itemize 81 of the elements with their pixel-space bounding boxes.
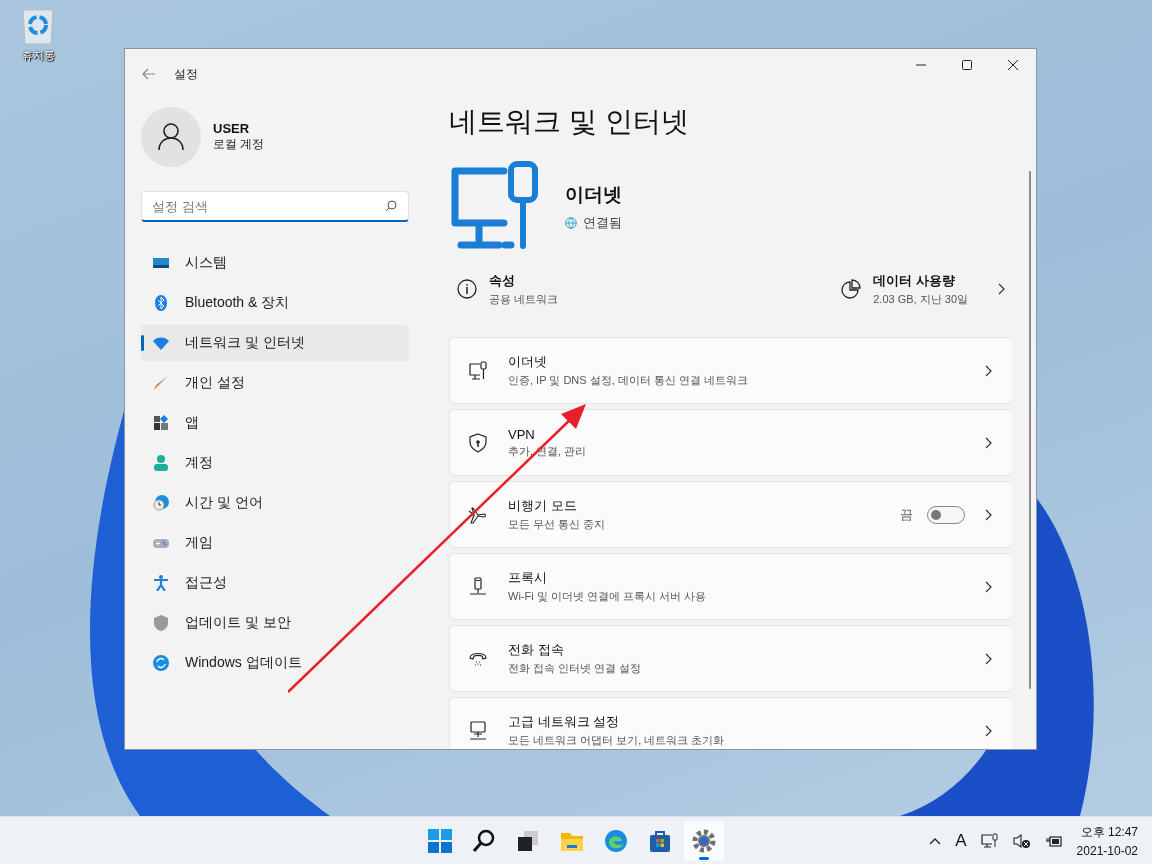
nav-item[interactable]: 네트워크 및 인터넷 xyxy=(141,325,409,361)
setting-card[interactable]: VPN 추가, 연결, 관리 xyxy=(449,409,1012,476)
volume-muted-icon[interactable] xyxy=(1012,832,1031,849)
chevron-right-icon xyxy=(998,283,1005,295)
network-icon[interactable] xyxy=(980,832,999,849)
toggle-state-label: 끔 xyxy=(900,505,913,524)
setting-title: 프록시 xyxy=(508,569,548,587)
nav-item[interactable]: Bluetooth & 장치 xyxy=(141,285,409,321)
airplane-icon xyxy=(468,504,488,525)
nav-item[interactable]: 시간 및 언어 xyxy=(141,485,409,521)
globe-icon xyxy=(565,217,577,229)
setting-description: 추가, 연결, 관리 xyxy=(508,443,588,459)
chevron-right-icon xyxy=(985,724,992,737)
clock[interactable]: 오후 12:47 2021-10-02 xyxy=(1076,823,1138,858)
toggle-switch[interactable] xyxy=(927,505,965,524)
nav-item[interactable]: 앱 xyxy=(141,405,409,441)
monitor-icon xyxy=(153,255,169,271)
setting-card[interactable]: 전화 접속 전화 접속 인터넷 연결 설정 xyxy=(449,625,1012,692)
refresh-icon xyxy=(153,655,169,671)
apps-icon xyxy=(153,415,169,431)
window-title: 설정 xyxy=(174,65,198,83)
scrollbar[interactable] xyxy=(1029,171,1031,689)
setting-card[interactable]: 비행기 모드 모든 무선 통신 중지 끔 xyxy=(449,481,1012,548)
back-arrow-icon[interactable] xyxy=(142,68,156,80)
setting-description: 모든 네트워크 어댑터 보기, 네트워크 초기화 xyxy=(508,733,726,748)
browser-icon xyxy=(603,827,629,854)
desktop-icon-label: 휴지통 xyxy=(21,48,55,63)
connection-status: 연결됨 xyxy=(583,214,622,232)
start-icon xyxy=(427,827,453,854)
account-type: 로컬 계정 xyxy=(213,136,265,153)
setting-title: 비행기 모드 xyxy=(508,497,578,515)
accessibility-icon xyxy=(153,575,169,591)
connection-name: 이더넷 xyxy=(565,183,622,207)
clock-globe-icon xyxy=(153,495,169,511)
setting-card[interactable]: 고급 네트워크 설정 모든 네트워크 어댑터 보기, 네트워크 초기화 xyxy=(449,697,1012,749)
chevron-up-icon[interactable] xyxy=(929,836,942,845)
close-icon[interactable] xyxy=(1008,60,1018,70)
search-icon xyxy=(471,827,497,854)
settings-icon xyxy=(691,827,717,854)
setting-title: 전화 접속 xyxy=(508,641,565,659)
setting-description: 모든 무선 통신 중지 xyxy=(508,517,607,532)
maximize-icon[interactable] xyxy=(962,60,972,70)
paintbrush-icon xyxy=(153,375,169,391)
person-icon xyxy=(153,455,169,471)
pie-chart-icon xyxy=(841,279,862,299)
setting-card[interactable]: 이더넷 인증, IP 및 DNS 설정, 데이터 통신 연결 네트워크 xyxy=(449,337,1012,404)
nav-item[interactable]: 시스템 xyxy=(141,245,409,281)
chevron-right-icon xyxy=(985,508,992,521)
search-field[interactable]: 설정 검색 xyxy=(141,191,409,222)
recycle-bin-icon[interactable] xyxy=(20,8,56,46)
setting-title: 고급 네트워크 설정 xyxy=(508,713,621,731)
setting-description: Wi-Fi 및 이더넷 연결에 프록시 서버 사용 xyxy=(508,589,707,604)
computer-network-icon xyxy=(468,720,488,741)
nav-item[interactable]: Windows 업데이트 xyxy=(141,645,409,681)
setting-title: 이더넷 xyxy=(508,353,548,371)
setting-description: 전화 접속 인터넷 연결 설정 xyxy=(508,661,643,676)
setting-description: 인증, IP 및 DNS 설정, 데이터 통신 연결 네트워크 xyxy=(508,373,749,388)
data-usage-link[interactable]: 데이터 사용량 2.03 GB, 지난 30일 xyxy=(833,271,1012,307)
properties-link[interactable]: 속성 공용 네트워크 xyxy=(449,271,567,307)
nav-item[interactable]: 업데이트 및 보안 xyxy=(141,605,409,641)
wifi-icon xyxy=(153,335,169,351)
chevron-right-icon xyxy=(985,652,992,665)
nav-item[interactable]: 개인 설정 xyxy=(141,365,409,401)
nav-item[interactable]: 계정 xyxy=(141,445,409,481)
chevron-right-icon xyxy=(985,580,992,593)
proxy-icon xyxy=(468,576,488,597)
setting-title: VPN xyxy=(508,426,536,442)
bluetooth-icon xyxy=(153,295,169,311)
chevron-right-icon xyxy=(985,436,992,449)
search-icon xyxy=(385,200,397,212)
chevron-right-icon xyxy=(985,364,992,377)
ethernet-icon xyxy=(468,360,488,381)
setting-card[interactable]: 프록시 Wi-Fi 및 이더넷 연결에 프록시 서버 사용 xyxy=(449,553,1012,620)
input-indicator[interactable]: A xyxy=(955,830,967,851)
page-title: 네트워크 및 인터넷 xyxy=(449,105,690,139)
user-name: USER xyxy=(213,121,251,136)
shield-lock-icon xyxy=(468,432,488,453)
info-icon xyxy=(457,279,477,299)
nav-item[interactable]: 접근성 xyxy=(141,565,409,601)
shield-icon xyxy=(153,615,169,631)
nav-item[interactable]: 게임 xyxy=(141,525,409,561)
